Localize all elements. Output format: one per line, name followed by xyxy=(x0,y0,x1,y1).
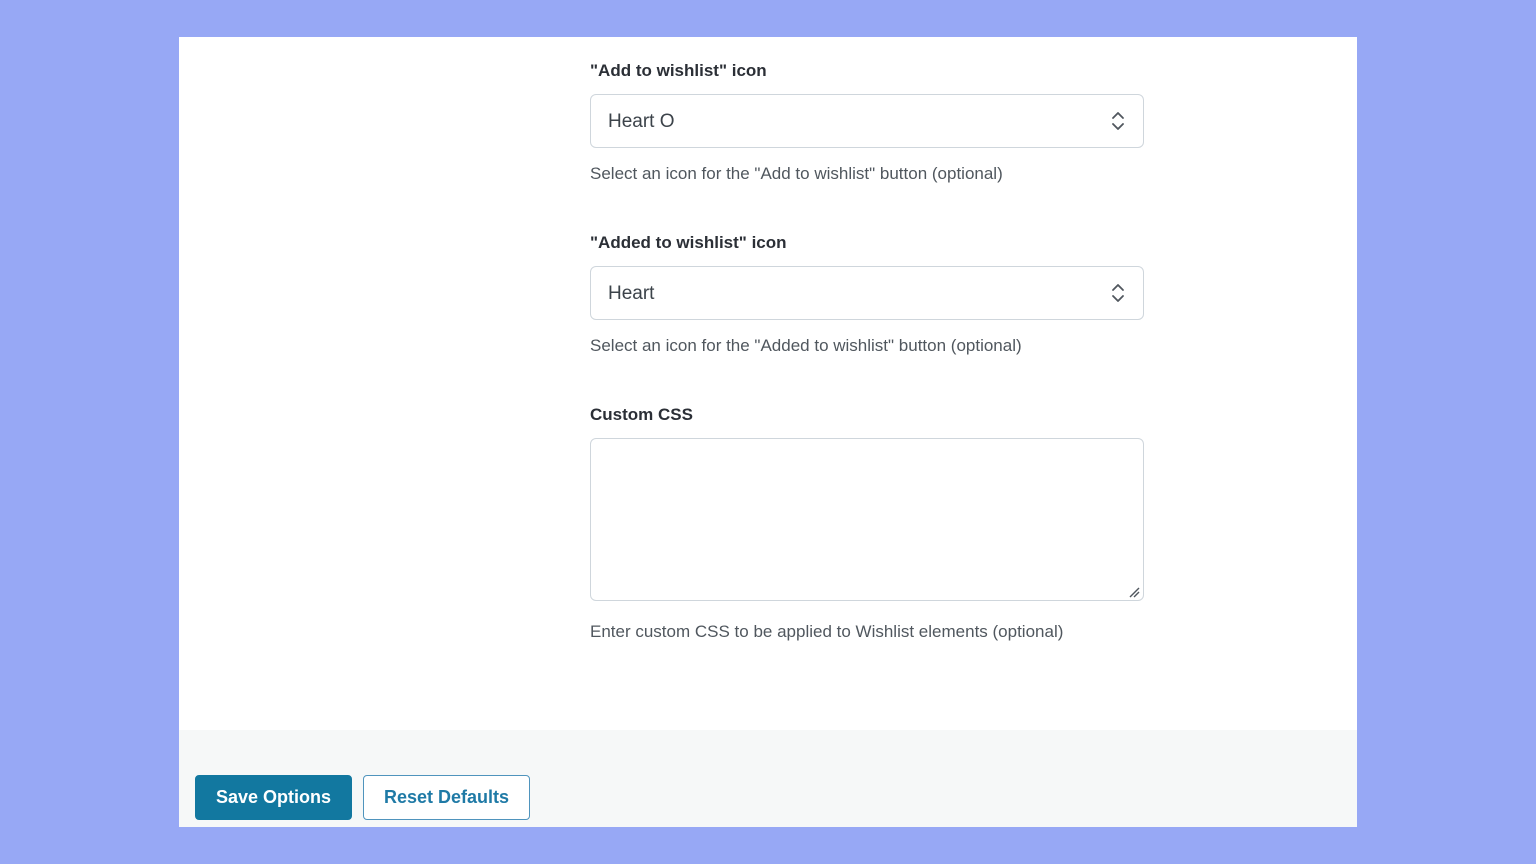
add-icon-label: "Add to wishlist" icon xyxy=(590,61,767,80)
updown-chevron-icon xyxy=(1112,112,1124,130)
add-icon-help-text: Select an icon for the "Add to wishlist"… xyxy=(590,164,1003,183)
add-icon-select[interactable]: Heart O xyxy=(590,94,1144,148)
resize-handle-icon[interactable] xyxy=(1128,586,1140,598)
custom-css-help-text: Enter custom CSS to be applied to Wishli… xyxy=(590,622,1064,641)
added-icon-select[interactable]: Heart xyxy=(590,266,1144,320)
save-options-button[interactable]: Save Options xyxy=(195,775,352,820)
added-icon-help-text: Select an icon for the "Added to wishlis… xyxy=(590,336,1022,355)
updown-chevron-icon xyxy=(1112,284,1124,302)
custom-css-textarea[interactable] xyxy=(590,438,1144,601)
form-footer: Save Options Reset Defaults xyxy=(179,730,1357,827)
add-icon-select-value: Heart O xyxy=(608,111,675,132)
custom-css-label: Custom CSS xyxy=(590,405,693,424)
added-icon-label: "Added to wishlist" icon xyxy=(590,233,787,252)
reset-defaults-button[interactable]: Reset Defaults xyxy=(363,775,530,820)
settings-panel: "Add to wishlist" icon Heart O Select an… xyxy=(179,37,1357,827)
added-icon-select-value: Heart xyxy=(608,283,655,304)
